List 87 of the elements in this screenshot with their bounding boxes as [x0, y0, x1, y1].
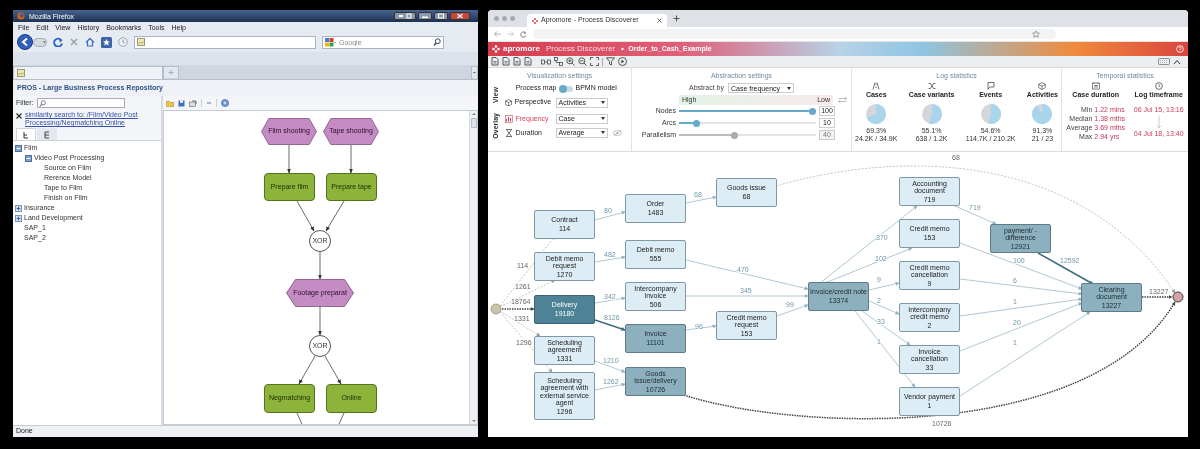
breadcrumb-arrow-icon [621, 47, 626, 51]
browser-tab[interactable] [13, 66, 163, 79]
scroll-up-icon[interactable] [470, 111, 477, 117]
arrow-down-icon [1155, 115, 1162, 129]
expand-icon[interactable] [15, 204, 22, 212]
favicon-icon [532, 17, 538, 24]
hourglass-icon [504, 128, 513, 137]
expand-icon[interactable] [15, 214, 22, 222]
scroll-down-icon[interactable] [470, 418, 477, 424]
pie-chart-icon [920, 102, 943, 125]
edge-arrow [594, 319, 626, 331]
search-icon[interactable] [433, 38, 441, 46]
view-icon [21, 129, 31, 140]
start-event-icon [490, 303, 502, 315]
page-icon [137, 38, 145, 46]
folder-icon[interactable] [166, 99, 174, 107]
star-icon[interactable] [1032, 30, 1040, 38]
tree-view-tab[interactable] [16, 128, 36, 140]
horizontal-layout-icon[interactable] [541, 57, 551, 66]
vertical-layout-icon[interactable] [554, 57, 563, 66]
collapse-icon[interactable] [25, 154, 32, 162]
stop-icon[interactable] [69, 37, 79, 47]
tab-list-button[interactable] [471, 66, 478, 79]
pie-chart-icon [865, 102, 888, 125]
filter-icon[interactable] [606, 57, 615, 66]
minimize-button[interactable] [418, 12, 432, 20]
reload-icon[interactable] [520, 30, 527, 38]
back-icon[interactable] [494, 31, 501, 37]
firefox-icon [17, 12, 25, 20]
end-event-icon [1172, 291, 1184, 303]
calendar-icon [1091, 82, 1100, 90]
address-field[interactable] [134, 35, 316, 49]
cube-icon [1038, 82, 1047, 90]
shuffle-icon [927, 82, 936, 90]
eye-off-icon[interactable] [612, 129, 622, 136]
close-icon[interactable] [16, 113, 22, 119]
bar-chart-icon [504, 114, 513, 123]
history-icon[interactable] [118, 37, 128, 47]
logo-icon [492, 45, 500, 53]
cube-icon [504, 99, 512, 106]
clock-icon [1154, 82, 1163, 90]
flag-icon [986, 82, 995, 90]
new-tab-button[interactable] [673, 15, 680, 22]
document-icon[interactable] [491, 57, 499, 66]
document-icon[interactable] [502, 57, 510, 66]
view-toggle[interactable] [559, 85, 573, 92]
back-button[interactable] [17, 34, 33, 50]
search-engine-icon[interactable] [325, 37, 336, 47]
window-buttons-icon[interactable] [394, 12, 416, 20]
fit-screen-icon[interactable] [590, 57, 599, 66]
caret-icon [600, 131, 605, 135]
zoom-in-icon[interactable] [566, 57, 575, 66]
view-icon [42, 129, 52, 140]
export-icon[interactable] [189, 99, 197, 107]
brand-name: apromore [503, 45, 540, 53]
search-icon [38, 99, 46, 107]
maximize-button[interactable] [434, 12, 448, 20]
close-icon[interactable] [657, 18, 662, 23]
pie-chart-icon [1031, 102, 1054, 125]
vertical-scrollbar[interactable] [469, 111, 477, 424]
swap-icon[interactable] [838, 97, 847, 103]
save-icon[interactable] [178, 99, 185, 107]
caret-icon [600, 117, 605, 121]
help-icon[interactable] [221, 99, 229, 107]
filter-field[interactable] [36, 98, 125, 108]
close-button[interactable] [450, 12, 470, 20]
collapse-icon[interactable] [15, 144, 22, 152]
minus-icon[interactable] [206, 100, 212, 106]
bookmark-icon[interactable] [101, 36, 112, 48]
caret-icon [600, 101, 605, 104]
pie-chart-icon [979, 102, 1002, 125]
document-icon[interactable] [513, 57, 521, 66]
road-icon [872, 82, 881, 90]
slider[interactable] [679, 107, 816, 115]
home-icon[interactable] [85, 37, 95, 47]
scrollbar-thumb[interactable] [470, 118, 477, 128]
reload-icon[interactable] [53, 37, 63, 47]
play-icon[interactable] [618, 57, 627, 66]
document-icon[interactable] [524, 57, 532, 66]
zoom-out-icon[interactable] [578, 57, 587, 66]
app-name: Process Discoverer [545, 45, 616, 53]
collapse-icon[interactable] [1173, 58, 1181, 65]
list-view-tab[interactable] [37, 128, 57, 140]
address-field[interactable] [533, 29, 1056, 39]
slider[interactable] [679, 119, 816, 127]
page-icon [17, 69, 25, 77]
caret-icon [787, 86, 791, 90]
